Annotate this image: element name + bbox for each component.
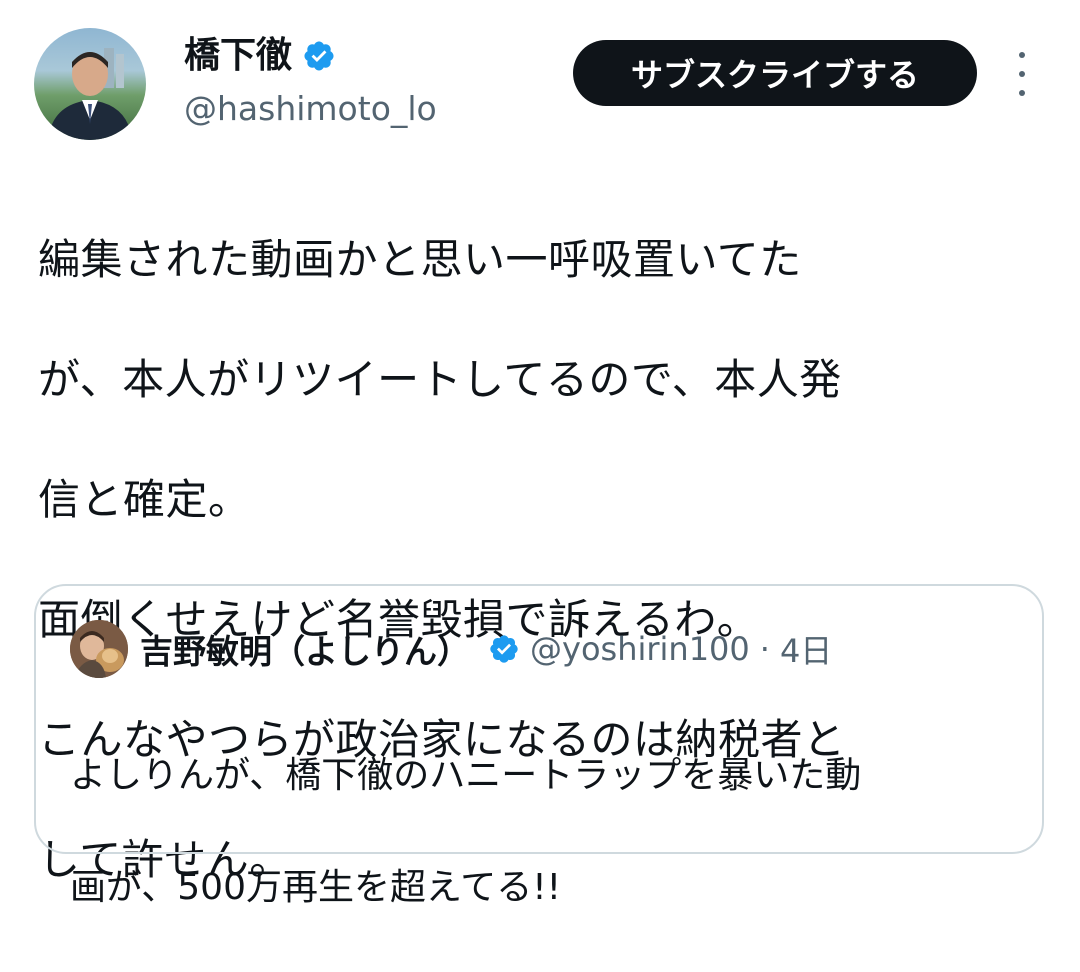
quote-timestamp[interactable]: 4日 (780, 626, 832, 672)
verified-badge-icon (302, 39, 336, 73)
subscribe-button[interactable]: サブスクライブする (573, 40, 977, 106)
quote-display-name[interactable]: 吉野敏明（よしりん） (140, 625, 470, 673)
author-name-row[interactable]: 橋下徹 (184, 34, 336, 78)
verified-badge-icon (488, 633, 520, 665)
more-options-icon[interactable] (1010, 52, 1034, 96)
quote-text: よしりんが、橋下徹のハニートラップを暴いた動 画が、500万再生を超えてる!! (70, 692, 1010, 972)
tweet-line: 信と確定。 (38, 475, 251, 524)
author-display-name[interactable]: 橋下徹 (184, 34, 292, 78)
quote-author-avatar[interactable] (70, 620, 128, 678)
quote-line: 画が、500万再生を超えてる!! (70, 867, 562, 908)
author-avatar[interactable] (34, 28, 146, 140)
quote-handle[interactable]: @yoshirin100 (530, 630, 750, 668)
quote-line: よしりんが、橋下徹のハニートラップを暴いた動 (70, 755, 862, 796)
author-handle[interactable]: @hashimoto_lo (184, 88, 437, 130)
tweet-line: 編集された動画かと思い一呼吸置いてた (38, 235, 802, 284)
quoted-tweet[interactable]: 吉野敏明（よしりん） @yoshirin100 · 4日 よしりんが、橋下徹のハ… (34, 584, 1044, 908)
quote-header: 吉野敏明（よしりん） @yoshirin100 · 4日 (140, 620, 832, 678)
tweet-line: が、本人がリツイートしてるので、本人発 (38, 355, 842, 404)
quote-separator: · (759, 630, 770, 668)
